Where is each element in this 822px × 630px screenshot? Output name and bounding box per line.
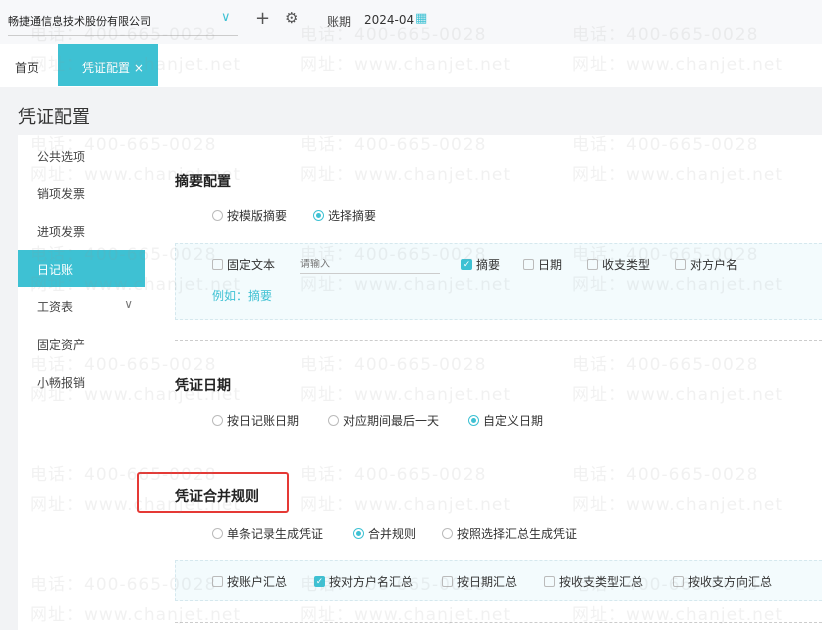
main-panel: 摘要配置 按模版摘要 选择摘要 固定文本 例如：摘要 ✓ 摘要 日期 收支类型 对… [137,135,822,630]
sidebar-item-public[interactable]: 公共选项 [18,137,145,174]
merge-title: 凭证合并规则 [175,489,259,505]
radio-merge-rule[interactable]: 合并规则 [353,525,416,542]
sidebar-item-fixed-assets[interactable]: 固定资产 [18,325,145,362]
sidebar-item-label: 进项发票 [37,225,86,239]
date-title: 凭证日期 [175,378,231,394]
sidebar-item-label: 固定资产 [37,338,86,352]
sidebar-item-sales-invoice[interactable]: 销项发票 [18,174,145,211]
sidebar-item-label: 小畅报销 [37,376,86,390]
tab-voucher-config[interactable]: 凭证配置 × [58,44,158,86]
check-date[interactable]: 日期 [523,256,562,273]
sidebar: 公共选项 销项发票 进项发票 日记账 工资表 ∨ 固定资产 小畅报销 [18,135,145,630]
close-icon[interactable]: × [134,61,144,75]
summary-title: 摘要配置 [175,174,231,190]
tab-label: 凭证配置 [82,61,131,75]
merge-options-box: 按账户汇总 ✓ 按对方户名汇总 按日期汇总 按收支类型汇总 按收支方向汇总 [175,560,822,601]
check-by-date[interactable]: 按日期汇总 [442,573,517,590]
check-type[interactable]: 收支类型 [587,256,650,273]
check-counterparty[interactable]: 对方户名 [675,256,738,273]
sidebar-item-label: 工资表 [37,300,74,314]
check-fixed-text[interactable]: 固定文本 [212,256,275,273]
check-by-type[interactable]: 按收支类型汇总 [544,573,643,590]
radio-period-end[interactable]: 对应期间最后一天 [328,412,439,429]
page-title: 凭证配置 [18,107,90,128]
sidebar-item-journal[interactable]: 日记账 [18,250,145,287]
sidebar-item-label: 公共选项 [37,150,86,164]
summary-example: 例如：摘要 [212,289,273,303]
calendar-icon[interactable]: ▦ [415,11,427,26]
fixed-text-input[interactable] [300,259,440,274]
period-label: 账期 [327,15,352,29]
sidebar-item-label: 日记账 [37,263,74,277]
radio-single-record[interactable]: 单条记录生成凭证 [212,525,323,542]
period-value[interactable]: 2024-04 [364,13,414,27]
check-summary[interactable]: ✓ 摘要 [461,256,500,273]
summary-options-box: 固定文本 例如：摘要 ✓ 摘要 日期 收支类型 对方户名 [175,243,822,320]
sidebar-item-expense[interactable]: 小畅报销 [18,363,145,400]
tab-bar: 首页 凭证配置 × [0,44,822,87]
check-by-account[interactable]: 按账户汇总 [212,573,287,590]
divider [175,340,822,341]
company-select[interactable]: 畅捷通信息技术股份有限公司 [8,13,238,36]
radio-journal-date[interactable]: 按日记账日期 [212,412,299,429]
sidebar-item-label: 销项发票 [37,187,86,201]
radio-select-summary[interactable]: 选择摘要 [313,207,376,224]
add-icon[interactable]: + [255,8,270,29]
check-by-counterparty[interactable]: ✓ 按对方户名汇总 [314,573,413,590]
radio-custom-date[interactable]: 自定义日期 [468,412,543,429]
radio-select-summary-merge[interactable]: 按照选择汇总生成凭证 [442,525,577,542]
tab-home[interactable]: 首页 [15,59,39,76]
divider [175,622,822,623]
chevron-down-icon[interactable]: ∨ [221,10,231,25]
top-bar: 畅捷通信息技术股份有限公司 ∨ + ⚙ 账期 2024-04 ▦ [0,0,822,44]
radio-template-summary[interactable]: 按模版摘要 [212,207,287,224]
check-by-direction[interactable]: 按收支方向汇总 [673,573,772,590]
sidebar-item-purchase-invoice[interactable]: 进项发票 [18,212,145,249]
chevron-down-icon: ∨ [124,297,133,311]
sidebar-item-payroll[interactable]: 工资表 ∨ [18,287,145,324]
gear-icon[interactable]: ⚙ [285,9,298,27]
